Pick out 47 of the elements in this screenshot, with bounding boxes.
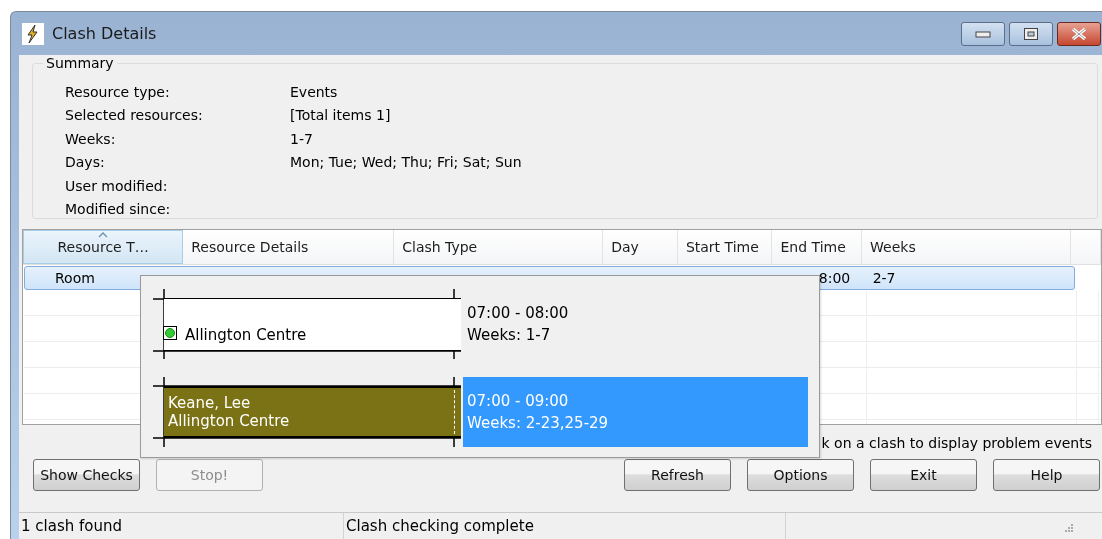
status-text: 1 clash found xyxy=(21,517,122,535)
field-value: [Total items 1] xyxy=(290,107,391,124)
close-button[interactable] xyxy=(1057,21,1101,46)
field-label: User modified: xyxy=(65,177,169,194)
lightning-icon xyxy=(22,22,44,45)
maximize-icon xyxy=(1023,26,1039,41)
table-cell: 8:00 xyxy=(818,270,851,286)
dialog-button[interactable]: Show Checks xyxy=(33,459,140,491)
event-bar[interactable]: Keane, Lee Allington Centre xyxy=(164,386,461,438)
hint-text: k on a clash to display problem events xyxy=(821,435,1092,451)
field-label: Days: xyxy=(65,154,106,171)
column-header[interactable]: Resource Details xyxy=(183,230,395,264)
table-cell: 2-7 xyxy=(872,270,896,286)
weeks-text: Weeks: 1-7 xyxy=(467,325,552,346)
dialog-button[interactable]: Exit xyxy=(870,459,977,491)
event-text: Keane, Lee xyxy=(168,394,251,412)
event-bar[interactable]: Allington Centre xyxy=(164,298,461,351)
event-text: Allington Centre xyxy=(185,326,307,344)
event-text: Allington Centre xyxy=(168,412,290,430)
column-header[interactable]: Weeks xyxy=(862,230,1072,264)
maximize-button[interactable] xyxy=(1009,21,1053,46)
group-title: Summary xyxy=(43,55,117,71)
window-title: Clash Details xyxy=(52,24,157,43)
field-value: 1-7 xyxy=(290,130,313,147)
field-label: Weeks: xyxy=(65,130,117,147)
time-text: 07:00 - 08:00 xyxy=(467,303,570,324)
event-time-block[interactable]: 07:00 - 08:00 Weeks: 1-7 xyxy=(463,289,808,359)
field-label: Resource type: xyxy=(65,83,171,100)
dialog-button[interactable]: Options xyxy=(747,459,854,491)
table-cell: Room xyxy=(55,270,95,286)
field-value: Mon; Tue; Wed; Thu; Fri; Sat; Sun xyxy=(290,154,522,171)
field-label: Selected resources: xyxy=(65,107,204,124)
field-label: Modified since: xyxy=(65,201,172,218)
minimize-icon xyxy=(975,29,991,38)
field-value: Events xyxy=(290,83,338,100)
dialog-button[interactable]: Refresh xyxy=(624,459,731,491)
close-icon xyxy=(1070,26,1088,41)
dialog-button[interactable]: Help xyxy=(993,459,1100,491)
weeks-text: Weeks: 2-23,25-29 xyxy=(467,413,610,434)
time-text: 07:00 - 09:00 xyxy=(467,391,570,412)
minimize-button[interactable] xyxy=(961,21,1005,46)
column-header[interactable]: Resource T… xyxy=(23,230,184,264)
column-header[interactable]: End Time xyxy=(772,230,863,264)
column-header[interactable]: Clash Type xyxy=(394,230,604,264)
column-header[interactable]: Day xyxy=(603,230,678,264)
column-header[interactable]: Start Time xyxy=(677,230,773,264)
status-text: Clash checking complete xyxy=(346,517,534,535)
